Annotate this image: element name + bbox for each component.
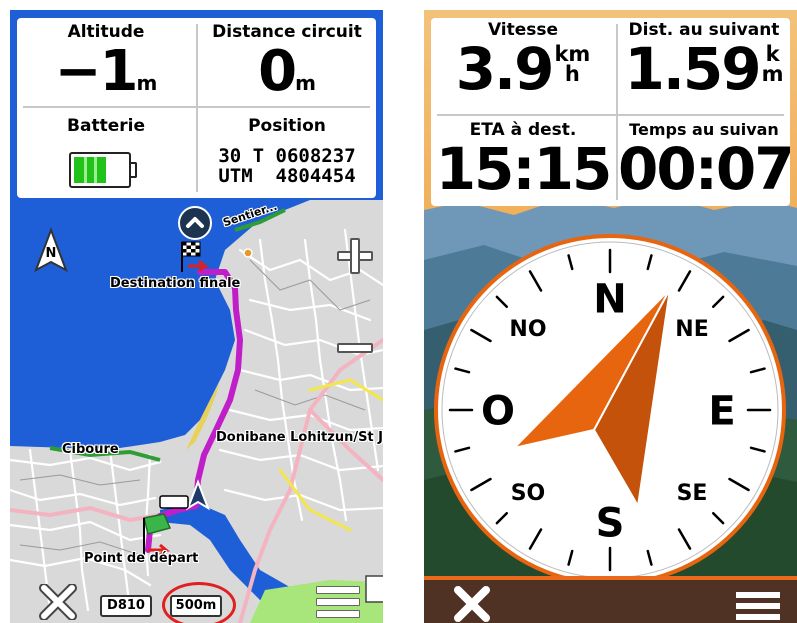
cardinal-s: S (596, 500, 625, 546)
speed-unit-top: km (554, 42, 591, 66)
dist-next-value: 1.59 (624, 35, 762, 103)
expand-up-icon[interactable] (178, 206, 212, 240)
svg-text:N: N (46, 246, 57, 261)
speed-value: 3.9 (455, 35, 555, 103)
position-label: Position (248, 116, 326, 136)
position-line-2: UTM 4804454 (218, 165, 356, 187)
north-arrow-icon[interactable]: N (30, 226, 72, 278)
dist-next-field[interactable]: Dist. au suivant 1.59 k m (618, 20, 790, 98)
eta-field[interactable]: ETA à dest. 15:15 (431, 120, 615, 198)
position-line-1: 30 T 0608237 (218, 145, 356, 167)
distance-circuit-value: 0 (258, 39, 297, 104)
zoom-out-icon[interactable] (335, 328, 375, 368)
data-fields-panel: Altitude −1m Distance circuit 0m Batteri… (17, 18, 376, 198)
eta-value: 15:15 (435, 135, 613, 203)
battery-field[interactable]: Batterie (17, 116, 195, 136)
altitude-value: −1 (54, 39, 139, 104)
scale-highlight-circle (162, 582, 236, 623)
speed-field[interactable]: Vitesse 3.9 km h (431, 20, 615, 98)
map-label-ciboure: Ciboure (62, 442, 119, 457)
cardinal-n: N (593, 276, 626, 322)
time-next-value: 00:07 (618, 135, 790, 198)
battery-icon (69, 152, 131, 188)
battery-label: Batterie (67, 116, 145, 136)
distance-circuit-field[interactable]: Distance circuit 0m (198, 22, 376, 100)
compass-screen: N NE E SE S SO O NO Vitesse 3.9 km h Dist. au sui… (424, 10, 797, 623)
cardinal-ne: NE (675, 317, 708, 342)
close-icon[interactable] (452, 586, 492, 622)
time-next-field[interactable]: Temps au suivan 00:07 (618, 120, 790, 198)
distance-circuit-unit: m (295, 71, 316, 95)
map-label-depart: Point de départ (84, 551, 199, 566)
map-screen: Destination finale Ciboure Donibane Lohi… (10, 10, 383, 623)
dist-next-unit-bottom: m (761, 62, 784, 86)
position-field[interactable]: Position 30 T 0608237 UTM 4804454 (198, 116, 376, 186)
close-icon[interactable] (38, 584, 78, 620)
menu-icon[interactable] (736, 590, 780, 620)
map-label-donibane: Donibane Lohitzun/St J (216, 430, 383, 445)
dist-next-unit-top: k (765, 42, 780, 66)
speed-unit-bottom: h (564, 62, 580, 86)
altitude-field[interactable]: Altitude −1m (17, 22, 195, 100)
data-fields-panel: Vitesse 3.9 km h Dist. au suivant 1.59 k m E… (431, 18, 790, 206)
map-label-destination: Destination finale (110, 276, 241, 291)
cardinal-e: E (708, 388, 735, 434)
cardinal-se: SE (677, 481, 708, 506)
zoom-in-icon[interactable] (335, 236, 375, 276)
cardinal-no: NO (509, 317, 546, 342)
altitude-unit: m (136, 71, 158, 95)
road-number-badge: D810 (100, 595, 152, 617)
cardinal-so: SO (511, 481, 546, 506)
cardinal-o: O (481, 388, 515, 434)
menu-icon[interactable] (316, 584, 360, 620)
